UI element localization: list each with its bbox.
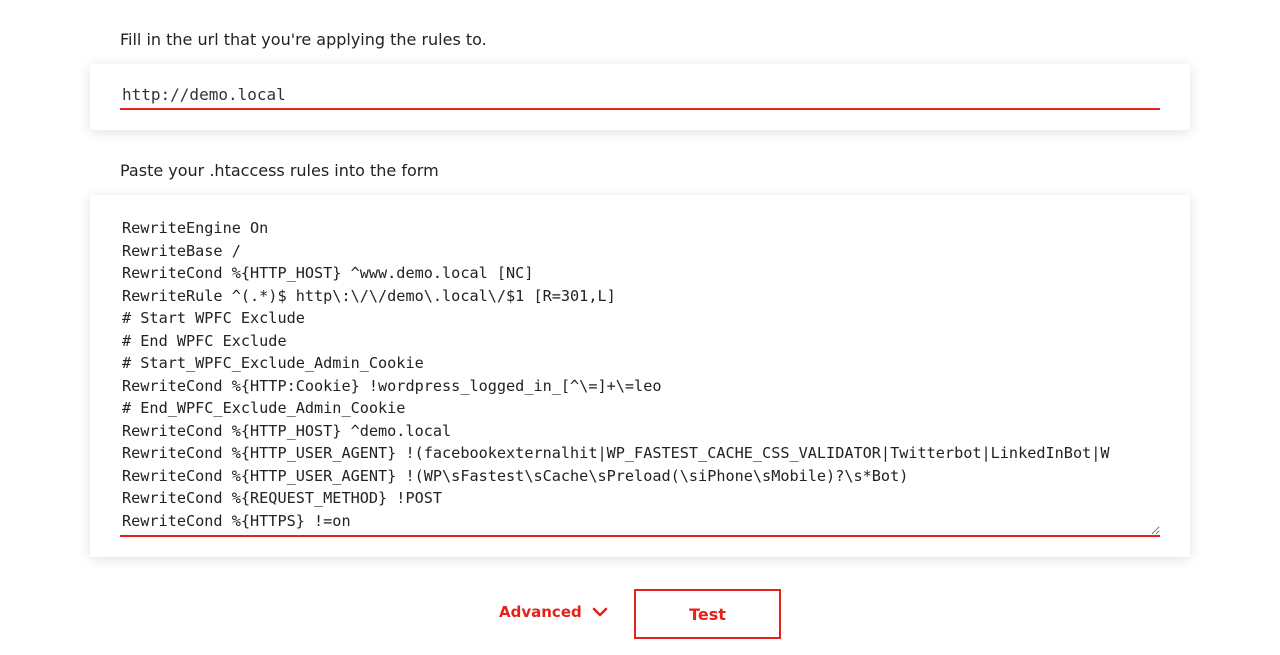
action-bar: Advanced Test bbox=[0, 589, 1280, 639]
test-button[interactable]: Test bbox=[634, 589, 781, 639]
rules-card bbox=[90, 195, 1190, 557]
rules-field-label: Paste your .htaccess rules into the form bbox=[120, 161, 439, 180]
htaccess-tester-page: Fill in the url that you're applying the… bbox=[0, 0, 1280, 655]
chevron-down-icon bbox=[592, 607, 607, 617]
url-card bbox=[90, 64, 1190, 130]
advanced-label: Advanced bbox=[499, 603, 582, 621]
advanced-toggle[interactable]: Advanced bbox=[499, 603, 608, 621]
rules-textarea[interactable] bbox=[120, 217, 1160, 537]
url-field-label: Fill in the url that you're applying the… bbox=[120, 30, 487, 49]
url-input[interactable] bbox=[120, 80, 1160, 110]
